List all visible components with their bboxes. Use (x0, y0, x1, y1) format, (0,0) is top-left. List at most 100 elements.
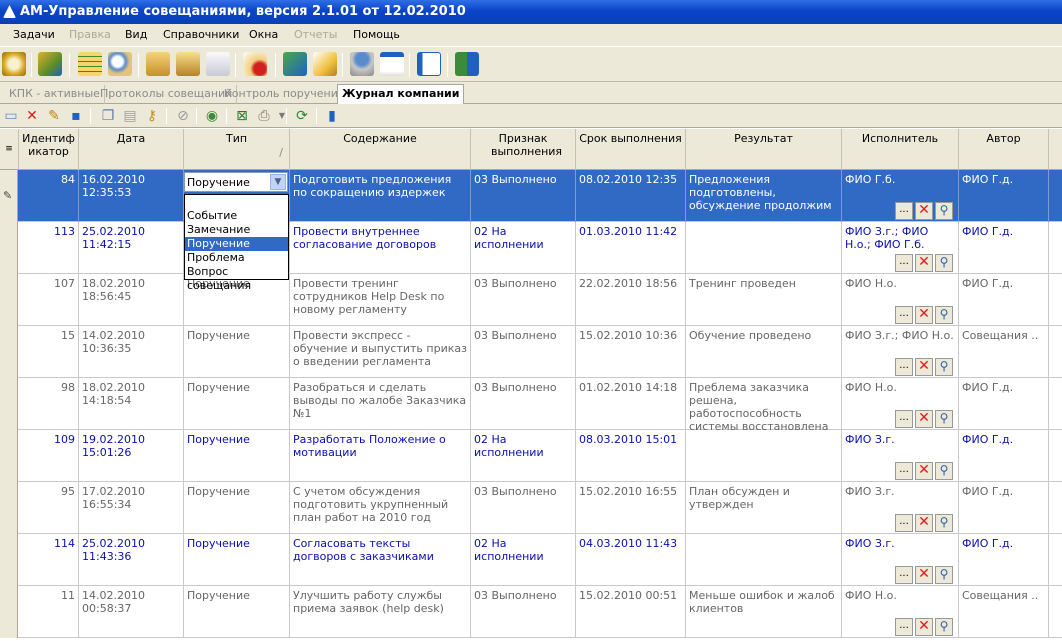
table-row[interactable]: 15 14.02.2010 10:36:35 Поручение Провести эк… (0, 326, 1062, 378)
col-header-overflow[interactable] (1049, 129, 1062, 170)
cell-deadline[interactable]: 08.02.2010 12:35 (576, 170, 686, 222)
folders-icon[interactable] (176, 52, 200, 76)
cell-content[interactable]: Провести экспресс - обучение и выпустить… (290, 326, 471, 378)
cell-status[interactable]: 03 Выполнено (471, 170, 576, 222)
clear-icon[interactable]: ✕ (915, 514, 933, 532)
cell-date[interactable]: 17.02.2010 16:55:34 (79, 482, 184, 534)
table-icon[interactable] (78, 52, 102, 76)
cell-content[interactable]: Разработать Положение о мотивации (290, 430, 471, 482)
cell-author[interactable]: Совещания .. (959, 586, 1049, 638)
cell-date[interactable]: 25.02.2010 11:42:15 (79, 222, 184, 274)
table-row[interactable]: 109 19.02.2010 15:01:26 Поручение Разработат… (0, 430, 1062, 482)
row-selector[interactable] (0, 326, 18, 378)
table-row[interactable]: 107 18.02.2010 18:56:45 Поручение Провести т… (0, 274, 1062, 326)
clock-gauge-icon[interactable] (2, 52, 26, 76)
cell-executor[interactable]: ФИО З.г.; ФИО Н.о.... ✕ ⚲ (842, 326, 959, 378)
cell-author[interactable]: Совещания .. (959, 326, 1049, 378)
row-selector[interactable] (0, 586, 18, 638)
clear-icon[interactable]: ✕ (915, 306, 933, 324)
delete-icon[interactable]: ✕ (24, 108, 40, 124)
cell-author[interactable]: ФИО Г.д. (959, 274, 1049, 326)
users-icon[interactable] (38, 52, 62, 76)
search-icon[interactable]: ⚲ (935, 566, 953, 584)
cell-content[interactable]: С учетом обсуждения подготовить укрупнен… (290, 482, 471, 534)
cell-author[interactable]: ФИО Г.д. (959, 378, 1049, 430)
cell-executor[interactable]: ФИО З.г.... ✕ ⚲ (842, 534, 959, 586)
copy-icon[interactable]: ❐ (100, 108, 116, 124)
cell-id[interactable]: 114 (19, 534, 79, 586)
cell-author[interactable]: ФИО Г.д. (959, 170, 1049, 222)
key-icon[interactable]: ⚷ (144, 108, 160, 124)
row-selector[interactable] (0, 274, 18, 326)
cell-author[interactable]: ФИО Г.д. (959, 430, 1049, 482)
cell-deadline[interactable]: 15.02.2010 10:36 (576, 326, 686, 378)
refresh-icon[interactable] (283, 52, 307, 76)
clear-icon[interactable]: ✕ (915, 618, 933, 636)
cell-status[interactable]: 03 Выполнено (471, 326, 576, 378)
menu-reports[interactable]: Отчеты (294, 28, 337, 41)
cell-id[interactable]: 15 (19, 326, 79, 378)
tab-company-journal[interactable]: Журнал компании (337, 84, 465, 104)
row-selector[interactable] (0, 378, 18, 430)
table-row[interactable]: 113 25.02.2010 11:42:15 Провести внутреннее… (0, 222, 1062, 274)
search-icon[interactable]: ⚲ (935, 358, 953, 376)
cell-executor[interactable]: ФИО З.г.... ✕ ⚲ (842, 482, 959, 534)
tab-kpk-active[interactable]: КПК - активные (5, 85, 105, 104)
chevron-down-icon[interactable]: ▼ (270, 174, 286, 190)
browse-button[interactable]: ... (895, 254, 913, 272)
col-header-deadline[interactable]: Срок выполнения (576, 129, 686, 170)
cell-status[interactable]: 02 На исполнении (471, 430, 576, 482)
cell-deadline[interactable]: 15.02.2010 00:51 (576, 586, 686, 638)
menu-help[interactable]: Помощь (353, 28, 400, 41)
cell-type[interactable]: Поручение (184, 430, 290, 482)
search-icon[interactable]: ⚲ (935, 514, 953, 532)
col-header-status[interactable]: Признак выполнения (471, 129, 576, 170)
cell-id[interactable]: 95 (19, 482, 79, 534)
browse-button[interactable]: ... (895, 202, 913, 220)
cell-date[interactable]: 19.02.2010 15:01:26 (79, 430, 184, 482)
search-icon[interactable]: ⚲ (935, 202, 953, 220)
cell-executor[interactable]: ФИО Н.о.... ✕ ⚲ (842, 274, 959, 326)
search-icon[interactable]: ⚲ (935, 462, 953, 480)
exit-icon[interactable]: ▮ (324, 108, 340, 124)
row-selector[interactable] (0, 222, 18, 274)
table-row[interactable]: 98 18.02.2010 14:18:54 Поручение Разобраться… (0, 378, 1062, 430)
col-header-executor[interactable]: Исполнитель (842, 129, 959, 170)
chevron-down-icon[interactable]: ▼ (274, 108, 290, 124)
cell-date[interactable]: 18.02.2010 14:18:54 (79, 378, 184, 430)
search-icon[interactable]: ⚲ (935, 306, 953, 324)
search-icon[interactable]: ⚲ (935, 254, 953, 272)
dropdown-option-event[interactable]: Событие (185, 209, 288, 223)
cell-date[interactable]: 25.02.2010 11:43:36 (79, 534, 184, 586)
cell-executor[interactable]: ФИО Н.о.... ✕ ⚲ (842, 586, 959, 638)
browse-button[interactable]: ... (895, 358, 913, 376)
exit-door-icon[interactable] (455, 52, 479, 76)
cell-status[interactable]: 03 Выполнено (471, 586, 576, 638)
cell-result[interactable]: Тренинг проведен (686, 274, 842, 326)
cell-deadline[interactable]: 22.02.2010 18:56 (576, 274, 686, 326)
cell-type[interactable]: Поручение (184, 482, 290, 534)
col-header-type[interactable]: Тип / (184, 129, 290, 170)
edit-note-icon[interactable] (313, 52, 337, 76)
cell-executor[interactable]: ФИО З.г.; ФИО Н.о.; ФИО Г.б.... ✕ ⚲ (842, 222, 959, 274)
dropdown-option-assignment[interactable]: Поручение (185, 237, 288, 251)
cancel-icon[interactable]: ⊘ (175, 108, 191, 124)
search-icon[interactable] (108, 52, 132, 76)
cell-content[interactable]: Провести внутреннее согласование договор… (290, 222, 471, 274)
menu-references[interactable]: Справочники (163, 28, 239, 41)
save-icon[interactable]: ▪ (68, 108, 84, 124)
browse-button[interactable]: ... (895, 462, 913, 480)
cell-result[interactable] (686, 534, 842, 586)
contact-card-icon[interactable] (417, 52, 441, 76)
cell-type[interactable]: Поручение (184, 378, 290, 430)
cell-author[interactable]: ФИО Г.д. (959, 534, 1049, 586)
cell-executor[interactable]: ФИО З.г.... ✕ ⚲ (842, 430, 959, 482)
dropdown-option-problem[interactable]: Проблема (185, 251, 288, 265)
cell-date[interactable]: 14.02.2010 10:36:35 (79, 326, 184, 378)
clear-icon[interactable]: ✕ (915, 202, 933, 220)
cell-deadline[interactable]: 01.02.2010 14:18 (576, 378, 686, 430)
print-icon[interactable]: ⎙ (256, 108, 272, 124)
tab-assignment-control[interactable]: Контроль поручений (220, 85, 351, 104)
col-header-result[interactable]: Результат (686, 129, 842, 170)
cell-deadline[interactable]: 01.03.2010 11:42 (576, 222, 686, 274)
